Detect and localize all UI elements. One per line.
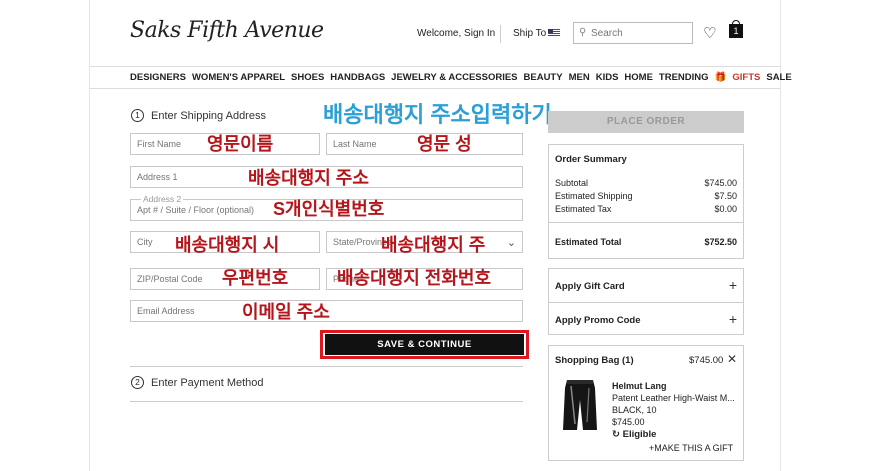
ship-to-link[interactable]: Ship To bbox=[513, 28, 546, 39]
subtotal-label: Subtotal bbox=[555, 178, 589, 188]
total-value: $752.50 bbox=[704, 237, 737, 247]
product-price: $745.00 bbox=[612, 417, 645, 427]
shipping-eligible-icon: ↻ bbox=[612, 429, 620, 440]
summary-divider bbox=[549, 222, 743, 223]
annotation-address2: S개인식별번호 bbox=[273, 199, 385, 219]
annotation-last-name: 영문 성 bbox=[417, 134, 472, 154]
place-order-button[interactable]: PLACE ORDER bbox=[548, 111, 744, 133]
order-summary-title: Order Summary bbox=[555, 154, 627, 165]
payment-step-title[interactable]: Enter Payment Method bbox=[151, 377, 264, 389]
shopping-bag-icon[interactable]: 1 bbox=[729, 20, 743, 38]
sign-in-link[interactable]: Welcome, Sign In bbox=[417, 28, 495, 39]
tax-row: Estimated Tax $0.00 bbox=[555, 204, 737, 214]
shipping-row: Estimated Shipping $7.50 bbox=[555, 191, 737, 201]
chevron-down-icon: ⌄ bbox=[506, 237, 516, 249]
annotation-city: 배송대행지 시 bbox=[175, 235, 280, 255]
nav-beauty[interactable]: BEAUTY bbox=[524, 72, 563, 83]
site-logo[interactable]: Saks Fifth Avenue bbox=[130, 18, 324, 43]
nav-designers[interactable]: DESIGNERS bbox=[130, 72, 186, 83]
nav-handbags[interactable]: HANDBAGS bbox=[330, 72, 385, 83]
gift-card-label[interactable]: Apply Gift Card bbox=[555, 281, 625, 292]
step-2-badge: 2 bbox=[131, 376, 144, 389]
annotation-state: 배송대행지 주 bbox=[381, 235, 486, 255]
nav-shoes[interactable]: SHOES bbox=[291, 72, 324, 83]
promo-panel: Apply Gift Card + Apply Promo Code + bbox=[548, 268, 744, 335]
step-separator bbox=[130, 366, 523, 367]
nav-womens-apparel[interactable]: WOMEN'S APPAREL bbox=[192, 72, 285, 83]
nav-top-rule bbox=[90, 66, 780, 67]
shipping-label: Estimated Shipping bbox=[555, 191, 633, 201]
search-box[interactable]: ⚲ bbox=[573, 22, 693, 44]
shopping-bag-title: Shopping Bag (1) bbox=[555, 355, 634, 366]
annotation-first-name: 영문이름 bbox=[207, 134, 274, 154]
nav-gifts-label: GIFTS bbox=[732, 72, 761, 83]
nav-bottom-rule bbox=[90, 88, 780, 89]
main-nav: DESIGNERS WOMEN'S APPAREL SHOES HANDBAGS… bbox=[130, 72, 798, 83]
wishlist-heart-icon[interactable]: ♡ bbox=[703, 24, 716, 42]
make-gift-label: MAKE THIS A GIFT bbox=[654, 443, 734, 453]
annotation-email: 이메일 주소 bbox=[242, 302, 330, 322]
search-input[interactable] bbox=[591, 26, 689, 40]
nav-trending[interactable]: TRENDING bbox=[659, 72, 709, 83]
product-variant: BLACK, 10 bbox=[612, 405, 657, 415]
gift-card-plus-icon[interactable]: + bbox=[729, 277, 737, 293]
total-row: Estimated Total $752.50 bbox=[555, 237, 737, 247]
us-flag-icon[interactable] bbox=[548, 29, 560, 37]
shipping-step-title: Enter Shipping Address bbox=[151, 110, 266, 122]
shopping-bag-panel: Shopping Bag (1) $745.00 ✕ Helmut Lang P… bbox=[548, 345, 744, 461]
order-summary-panel: Order Summary Subtotal $745.00 Estimated… bbox=[548, 144, 744, 259]
nav-kids[interactable]: KIDS bbox=[596, 72, 619, 83]
nav-sale[interactable]: SALE bbox=[766, 72, 791, 83]
left-margin bbox=[0, 0, 90, 471]
promo-code-plus-icon[interactable]: + bbox=[729, 311, 737, 327]
annotation-title: 배송대행지 주소입력하기 bbox=[323, 102, 552, 127]
subtotal-value: $745.00 bbox=[704, 178, 737, 188]
nav-jewelry-accessories[interactable]: JEWELRY & ACCESSORIES bbox=[391, 72, 517, 83]
product-name[interactable]: Patent Leather High-Waist M... bbox=[612, 393, 735, 403]
annotation-zip: 우편번호 bbox=[222, 268, 289, 288]
annotation-phone: 배송대행지 전화번호 bbox=[337, 268, 492, 288]
nav-men[interactable]: MEN bbox=[569, 72, 590, 83]
make-gift-link[interactable]: +MAKE THIS A GIFT bbox=[649, 443, 733, 453]
save-continue-button[interactable]: SAVE & CONTINUE bbox=[325, 334, 524, 355]
eligible-badge: ↻ Eligible bbox=[612, 429, 656, 440]
address2-label: Address 2 bbox=[141, 194, 184, 204]
annotation-address1: 배송대행지 주소 bbox=[248, 168, 369, 188]
header-divider bbox=[500, 25, 501, 43]
subtotal-row: Subtotal $745.00 bbox=[555, 178, 737, 188]
total-label: Estimated Total bbox=[555, 237, 622, 247]
product-image[interactable] bbox=[561, 378, 599, 432]
shipping-value: $7.50 bbox=[714, 191, 737, 201]
product-brand[interactable]: Helmut Lang bbox=[612, 381, 667, 391]
promo-code-label[interactable]: Apply Promo Code bbox=[555, 315, 641, 326]
payment-separator bbox=[130, 401, 523, 402]
search-icon: ⚲ bbox=[579, 27, 587, 38]
gift-icon: 🎁 bbox=[714, 72, 727, 83]
close-icon[interactable]: ✕ bbox=[727, 352, 737, 366]
tax-label: Estimated Tax bbox=[555, 204, 612, 214]
shopping-bag-total: $745.00 bbox=[689, 355, 724, 366]
eligible-label: Eligible bbox=[622, 429, 657, 440]
nav-home[interactable]: HOME bbox=[624, 72, 653, 83]
promo-divider bbox=[549, 302, 743, 303]
tax-value: $0.00 bbox=[714, 204, 737, 214]
nav-gifts[interactable]: 🎁 GIFTS bbox=[715, 72, 761, 83]
step-1-badge: 1 bbox=[131, 109, 144, 122]
right-margin bbox=[780, 0, 870, 471]
page: Saks Fifth Avenue Welcome, Sign In Ship … bbox=[0, 0, 870, 471]
